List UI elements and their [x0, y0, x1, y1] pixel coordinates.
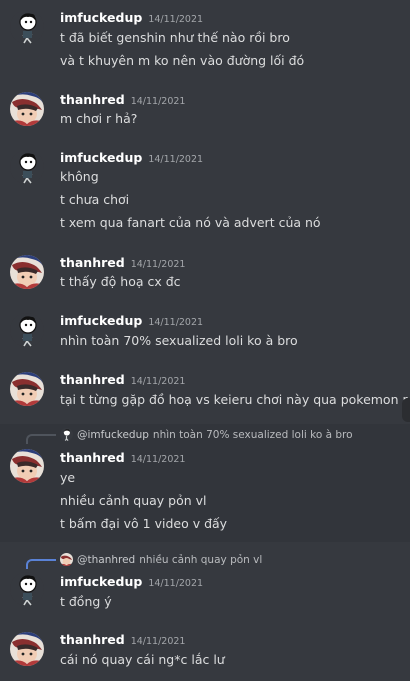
- author-name[interactable]: thanhred: [60, 372, 125, 387]
- message-text: t chưa chơi: [60, 192, 130, 207]
- message-group: thanhred 14/11/2021 t thấy độ hoạ cx đc: [0, 248, 410, 308]
- message-text: và t khuyên m ko nên vào đường lối đó: [60, 53, 305, 68]
- reply-author[interactable]: @imfuckedup: [77, 429, 149, 441]
- message-text: t đã biết genshin như thế nào rồi bro: [60, 30, 290, 45]
- username[interactable]: thanhred 14/11/2021: [60, 92, 185, 107]
- username[interactable]: thanhred 14/11/2021: [60, 255, 185, 270]
- message-group-reply: @thanhred nhiều cảnh quay pỏn vl imfucke…: [0, 548, 410, 618]
- message-text: t bấm đại vô 1 video v đấy: [60, 516, 228, 531]
- message-text: m chơi r hả?: [60, 111, 138, 126]
- anime-character-avatar-icon: [10, 255, 44, 289]
- anime-character-avatar-icon: [10, 449, 44, 483]
- author-name[interactable]: thanhred: [60, 255, 125, 270]
- anime-character-avatar-icon: [10, 372, 44, 406]
- message-group: thanhred 14/11/2021 cái nó quay cái ng*c …: [0, 625, 410, 681]
- timestamp: 14/11/2021: [130, 96, 186, 107]
- author-name[interactable]: thanhred: [60, 632, 125, 647]
- author-name[interactable]: thanhred: [60, 92, 125, 107]
- stick-figure-avatar-icon: [10, 150, 44, 184]
- username[interactable]: imfuckedup 14/11/2021: [60, 574, 203, 589]
- author-name[interactable]: imfuckedup: [60, 150, 142, 165]
- message-group: thanhred 14/11/2021 m chơi r hả?: [0, 84, 410, 144]
- reply-spine: [26, 559, 56, 569]
- timestamp: 14/11/2021: [148, 154, 204, 165]
- avatar[interactable]: [10, 150, 44, 184]
- message-text: không: [60, 169, 99, 184]
- timestamp: 14/11/2021: [130, 259, 186, 270]
- message-text: nhiều cảnh quay pỏn vl: [60, 493, 207, 508]
- avatar[interactable]: [10, 10, 44, 44]
- stick-figure-avatar-icon: [10, 10, 44, 44]
- reply-text: nhiều cảnh quay pỏn vl: [139, 553, 263, 566]
- timestamp: 14/11/2021: [130, 454, 186, 465]
- timestamp: 14/11/2021: [148, 317, 204, 328]
- message-group: imfuckedup 14/11/2021 nhìn toàn 70% sexua…: [0, 306, 410, 366]
- reply-text: nhìn toàn 70% sexualized loli ko à bro: [152, 428, 353, 441]
- timestamp: 14/11/2021: [148, 14, 204, 25]
- avatar[interactable]: [10, 632, 44, 666]
- message-text: t xem qua fanart của nó và advert của nó: [60, 215, 321, 230]
- message-group: imfuckedup 14/11/2021 t đã biết genshin n…: [0, 0, 410, 80]
- avatar[interactable]: [10, 92, 44, 126]
- message-text: tại t từng gặp đồ hoạ vs keieru chơi này…: [60, 392, 408, 407]
- message-text: cái nó quay cái ng*c lắc lư: [60, 652, 225, 667]
- stick-figure-avatar-icon: [10, 572, 44, 606]
- reply-preview[interactable]: @thanhred nhiều cảnh quay pỏn vl: [60, 553, 262, 566]
- chat-messages: imfuckedup 14/11/2021 t đã biết genshin n…: [0, 0, 410, 681]
- username[interactable]: imfuckedup 14/11/2021: [60, 313, 203, 328]
- reply-author[interactable]: @thanhred: [77, 554, 135, 566]
- anime-character-avatar-icon: [10, 632, 44, 666]
- username[interactable]: imfuckedup 14/11/2021: [60, 10, 203, 25]
- username[interactable]: imfuckedup 14/11/2021: [60, 150, 203, 165]
- avatar[interactable]: [10, 449, 44, 483]
- message-group: thanhred 14/11/2021 tại t từng gặp đồ hoạ…: [0, 365, 410, 425]
- timestamp: 14/11/2021: [130, 636, 186, 647]
- username[interactable]: thanhred 14/11/2021: [60, 450, 185, 465]
- avatar[interactable]: [10, 372, 44, 406]
- message-text: t thấy độ hoạ cx đc: [60, 274, 181, 289]
- message-hover-edge: [402, 398, 410, 422]
- username[interactable]: thanhred 14/11/2021: [60, 632, 185, 647]
- author-name[interactable]: imfuckedup: [60, 10, 142, 25]
- reply-avatar-icon: [60, 553, 73, 566]
- author-name[interactable]: thanhred: [60, 450, 125, 465]
- timestamp: 14/11/2021: [130, 376, 186, 387]
- author-name[interactable]: imfuckedup: [60, 313, 142, 328]
- message-text: nhìn toàn 70% sexualized loli ko à bro: [60, 333, 298, 348]
- author-name[interactable]: imfuckedup: [60, 574, 142, 589]
- reply-avatar-icon: [60, 428, 73, 441]
- reply-spine: [26, 434, 56, 444]
- message-text: t đồng ý: [60, 594, 112, 609]
- message-text: ye: [60, 470, 76, 485]
- reply-preview[interactable]: @imfuckedup nhìn toàn 70% sexualized lol…: [60, 428, 353, 441]
- message-group-reply: @imfuckedup nhìn toàn 70% sexualized lol…: [0, 424, 410, 542]
- message-group: imfuckedup 14/11/2021 không t chưa chơi t…: [0, 144, 410, 244]
- stick-figure-avatar-icon: [10, 313, 44, 347]
- avatar[interactable]: [10, 313, 44, 347]
- anime-character-avatar-icon: [10, 92, 44, 126]
- avatar[interactable]: [10, 572, 44, 606]
- timestamp: 14/11/2021: [148, 578, 204, 589]
- username[interactable]: thanhred 14/11/2021: [60, 372, 185, 387]
- avatar[interactable]: [10, 255, 44, 289]
